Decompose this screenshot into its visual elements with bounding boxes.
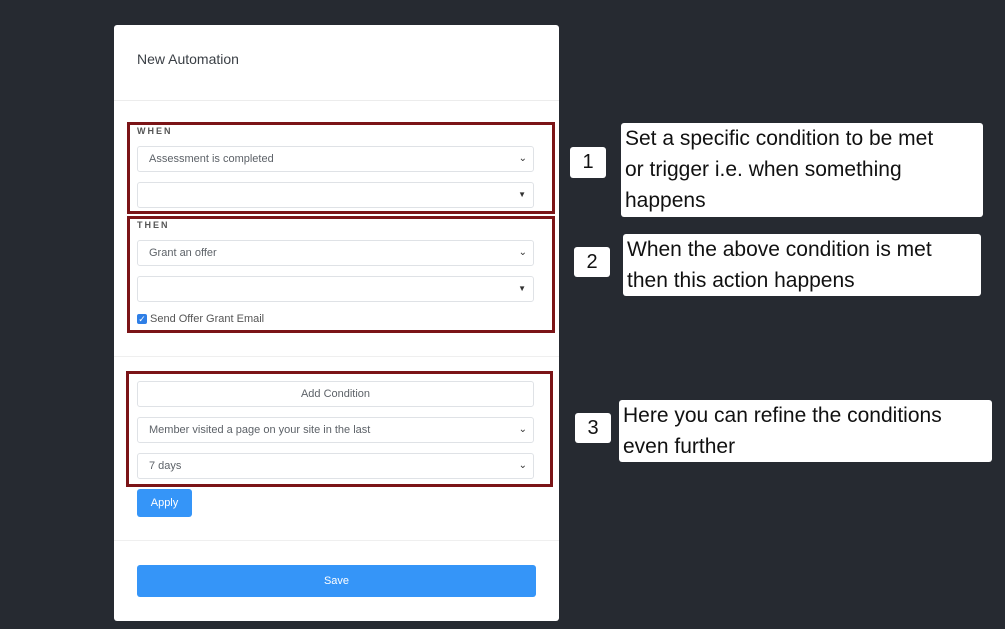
annotation-number-1: 1 <box>570 147 606 178</box>
card-title: New Automation <box>137 51 239 67</box>
apply-button[interactable]: Apply <box>137 489 192 517</box>
annotation-number-3: 3 <box>575 413 611 443</box>
conditions-highlight-frame <box>126 371 553 487</box>
annotation-text-2: When the above condition is met then thi… <box>623 234 981 296</box>
save-button[interactable]: Save <box>137 565 536 597</box>
annotation-number-2: 2 <box>574 247 610 277</box>
annotation-text-1: Set a specific condition to be met or tr… <box>621 123 983 217</box>
card-header: New Automation <box>114 25 559 101</box>
annotation-text-3: Here you can refine the conditions even … <box>619 400 992 462</box>
section-divider <box>114 356 559 357</box>
when-highlight-frame <box>127 122 555 214</box>
footer-divider <box>114 540 559 541</box>
then-highlight-frame <box>127 216 555 333</box>
